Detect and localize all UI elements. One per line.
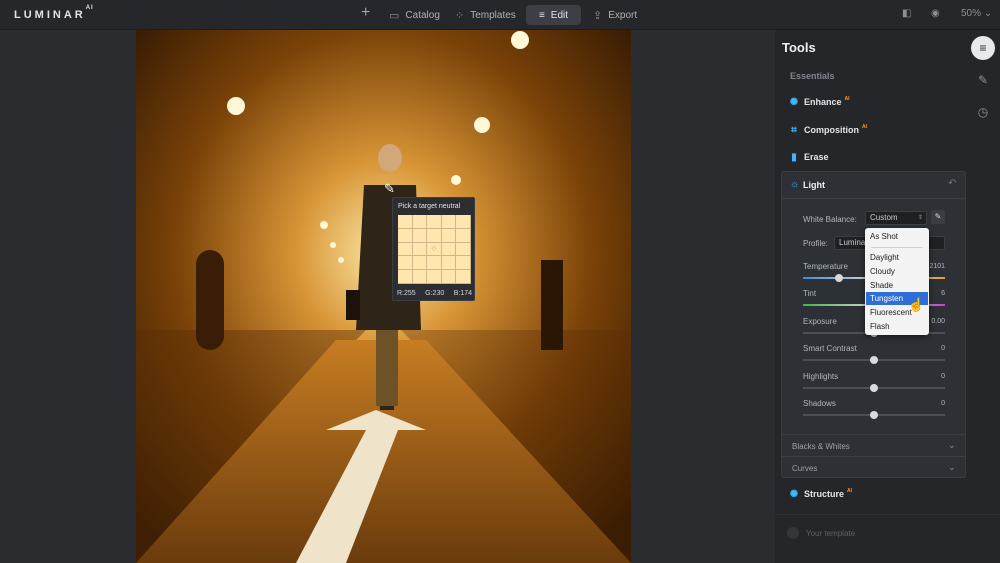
tool-erase[interactable]: ▮ Erase [789,149,828,165]
eye-icon[interactable]: ◉ [931,8,940,19]
picker-rgb-values: R:255 G:230 B:174 [397,290,472,297]
slider-thumb[interactable] [870,411,878,419]
dd-as-shot[interactable]: As Shot [866,230,928,243]
tool-structure[interactable]: ✺ Structure AI [789,486,852,502]
dd-daylight[interactable]: Daylight [866,251,928,264]
slider-value: 0 [941,400,945,407]
slider-label: Tint [803,289,817,298]
select-arrows-icon: ⇕ [917,215,923,221]
sparkle-icon: ✺ [789,96,799,108]
structure-icon: ✺ [789,488,799,500]
slider-thumb[interactable] [834,274,843,282]
picker-center-icon: ◇ [427,242,442,257]
slider-thumb[interactable] [870,384,878,392]
templates-icon: ⁘ [455,9,465,22]
dd-shade[interactable]: Shade [866,279,928,292]
photo-canvas[interactable] [136,30,631,563]
tool-composition[interactable]: ⌗ Composition AI [789,122,867,138]
essentials-heading: Essentials [790,71,835,81]
crop-icon: ⌗ [791,124,797,136]
chevron-down-icon: ⌄ [948,440,956,450]
pointer-cursor-icon: ☝ [908,297,925,312]
compare-icon[interactable]: ◧ [902,8,911,19]
picker-b-value: B:174 [453,290,472,297]
white-balance-label: White Balance: [803,215,857,224]
your-template-label[interactable]: Your template [806,529,855,538]
picker-title: Pick a target neutral [398,203,461,210]
profile-label: Profile: [803,239,828,248]
section-blacks-whites[interactable]: Blacks & Whites ⌄ [782,434,965,456]
slider-label: Smart Contrast [803,344,857,353]
sliders-icon: ≡ [538,9,545,21]
eraser-icon: ▮ [791,151,797,163]
picker-r-value: R:255 [397,290,416,297]
slider-label: Shadows [803,399,836,408]
dd-flash[interactable]: Flash [866,320,928,333]
slider-label: Exposure [803,317,837,326]
zoom-dropdown[interactable]: 50% ⌄ [961,8,992,19]
picker-g-value: G:230 [425,290,445,297]
slider-value: 0 [941,373,945,380]
reset-icon[interactable]: ↶ [948,178,956,189]
white-balance-select[interactable]: Custom ⇕ [865,211,927,225]
chevron-down-icon: ⌄ [948,462,956,472]
white-balance-dropdown: As Shot Daylight Cloudy Shade Tungsten F… [865,228,929,335]
catalog-tab[interactable]: ▭ Catalog [389,5,440,25]
slider-label: Temperature [803,262,848,271]
tools-sliders-icon[interactable]: ≡ [971,36,995,60]
eyedropper-button[interactable]: ✎ [931,210,945,224]
template-area: Your template [775,514,1000,563]
history-clock-icon[interactable]: ◷ [971,100,995,124]
export-icon: ⇪ [593,9,603,22]
folder-icon: ▭ [389,9,400,22]
light-header[interactable]: ☼ Light ↶ [782,172,965,199]
sun-icon: ☼ [790,179,800,190]
add-photos-button[interactable]: + [361,4,370,22]
slider-label: Highlights [803,372,839,381]
dd-separator [871,247,923,248]
eyedropper-cursor-icon: ✎ [384,181,395,196]
picker-swatch-grid: ◇ [398,215,471,284]
panel-title: Tools [782,40,816,55]
panel-side-icons: ≡ ✎ ◷ [971,36,997,132]
app-logo: LUMINARAI [14,5,94,21]
tool-enhance[interactable]: ✺ Enhance AI [789,94,850,110]
brush-icon[interactable]: ✎ [971,68,995,92]
templates-tab[interactable]: ⁘ Templates [455,5,516,25]
tunnel-photo [136,30,631,563]
slider-thumb[interactable] [870,356,878,364]
dd-cloudy[interactable]: Cloudy [866,265,928,278]
slider-value: 0 [941,345,945,352]
template-dot-icon[interactable] [787,527,799,539]
top-bar: LUMINARAI + ▭ Catalog ⁘ Templates ≡ Edit ⇪ E… [0,0,1000,30]
edit-tab[interactable]: ≡ Edit [526,5,581,25]
section-curves[interactable]: Curves ⌄ [782,456,965,478]
export-button[interactable]: ⇪ Export [593,5,637,25]
target-neutral-picker: Pick a target neutral ◇ R:255 G:230 B:17… [392,197,475,301]
